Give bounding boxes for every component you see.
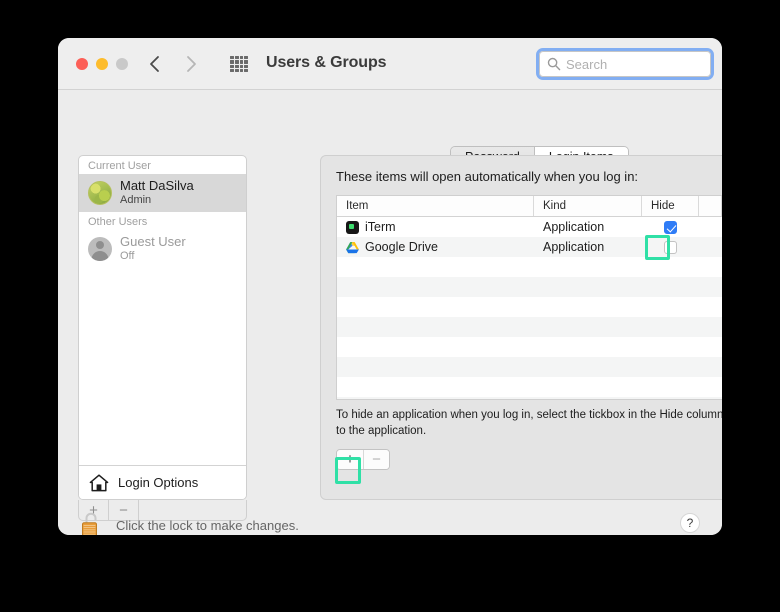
cell-kind: Application [543, 220, 605, 234]
iterm-icon [346, 220, 359, 234]
hide-checkbox-iterm[interactable] [664, 220, 677, 234]
empty-table-row [337, 277, 722, 297]
empty-table-row [337, 337, 722, 357]
cell-hide [642, 240, 699, 254]
cell-kind: Application [543, 240, 605, 254]
sidebar-item-guest-user[interactable]: Guest User Off [79, 230, 246, 268]
login-items-add-remove-toolbar: + − [336, 449, 390, 470]
item-name: Google Drive [365, 240, 438, 254]
empty-table-row [337, 317, 722, 337]
google-drive-icon [346, 241, 359, 254]
remove-login-item-button[interactable]: − [363, 450, 389, 469]
hide-column-help-text: To hide an application when you log in, … [336, 409, 722, 437]
page-title: Users & Groups [266, 54, 387, 71]
login-options-label: Login Options [118, 475, 199, 490]
help-button[interactable]: ? [680, 513, 700, 533]
table-row[interactable]: iTerm Application [337, 217, 722, 237]
search-field[interactable] [539, 51, 711, 77]
user-name: Guest User [120, 233, 186, 249]
search-input[interactable] [566, 52, 706, 76]
forward-button[interactable] [180, 52, 202, 76]
panel-description: These items will open automatically when… [336, 169, 639, 184]
user-status: Off [120, 249, 135, 262]
cell-item: Google Drive [337, 240, 534, 254]
close-window-button[interactable] [76, 58, 88, 70]
avatar [88, 180, 112, 205]
show-all-preferences-icon[interactable] [230, 56, 248, 72]
empty-table-row [337, 297, 722, 317]
search-icon [547, 57, 561, 71]
cell-hide [642, 220, 699, 234]
system-preferences-window: Users & Groups Password Login Items Curr… [58, 38, 722, 535]
sidebar-section-current-user: Current User [88, 160, 151, 172]
lock-message: Click the lock to make changes. [116, 517, 299, 533]
login-items-panel: These items will open automatically when… [320, 155, 722, 500]
column-header-hide[interactable]: Hide [642, 196, 699, 216]
empty-table-row [337, 397, 722, 399]
empty-table-row [337, 377, 722, 397]
minimize-window-button[interactable] [96, 58, 108, 70]
sidebar-section-other-users: Other Users [88, 216, 148, 228]
table-header-row: Item Kind Hide [337, 196, 722, 217]
avatar [88, 236, 112, 261]
house-icon [89, 473, 109, 491]
user-name: Matt DaSilva [120, 177, 194, 193]
hide-checkbox-google-drive[interactable] [664, 240, 677, 254]
sidebar-item-login-options[interactable]: Login Options [79, 465, 246, 499]
maximize-window-button[interactable] [116, 58, 128, 70]
empty-table-row [337, 357, 722, 377]
lock-row[interactable]: Click the lock to make changes. [78, 510, 299, 535]
column-header-spacer-1 [699, 196, 722, 216]
unlocked-lock-icon[interactable] [78, 510, 104, 535]
empty-table-row [337, 257, 722, 277]
login-items-table: Item Kind Hide iTerm Application Google … [336, 195, 722, 400]
column-header-kind[interactable]: Kind [534, 196, 642, 216]
search-field-focus-ring [536, 48, 714, 80]
table-row[interactable]: Google Drive Application [337, 237, 722, 257]
add-login-item-button[interactable]: + [337, 450, 363, 469]
window-titlebar: Users & Groups [58, 38, 722, 90]
user-role: Admin [120, 193, 152, 206]
sidebar-item-matt-dasilva[interactable]: Matt DaSilva Admin [79, 174, 246, 212]
back-button[interactable] [144, 52, 166, 76]
column-header-item[interactable]: Item [337, 196, 534, 216]
cell-item: iTerm [337, 220, 534, 234]
users-sidebar: Current User Matt DaSilva Admin Other Us… [78, 155, 247, 500]
item-name: iTerm [365, 220, 396, 234]
preference-pane-body: Password Login Items Current User Matt D… [58, 90, 722, 535]
